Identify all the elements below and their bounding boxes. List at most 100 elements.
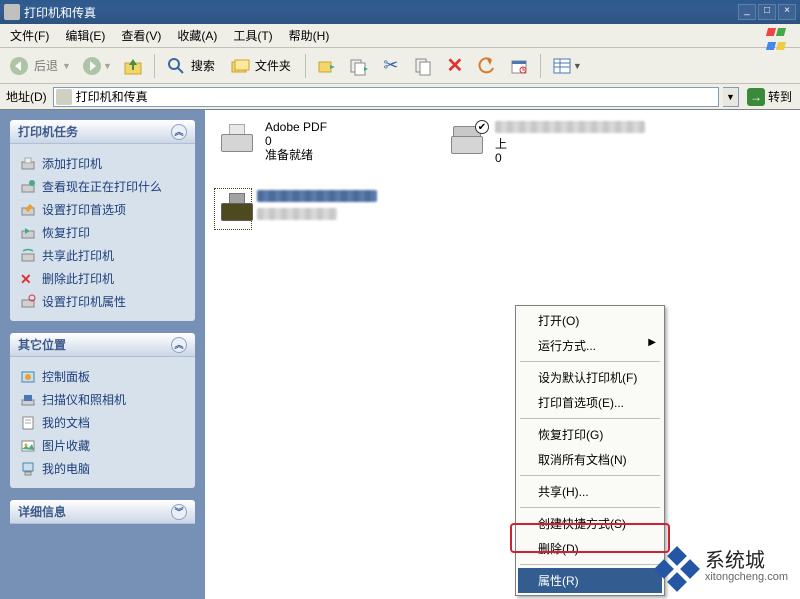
- undo-icon: [476, 55, 498, 77]
- sidebar: 打印机任务 ︽ 添加打印机 查看现在正在打印什么 设置打印首选项 恢复打印 共享…: [0, 110, 205, 599]
- chevron-down-icon: ︾: [171, 504, 187, 520]
- views-button[interactable]: ▼: [547, 52, 586, 80]
- ctx-resume[interactable]: 恢复打印(G): [518, 422, 662, 447]
- printer-item-selected[interactable]: [213, 187, 423, 231]
- ctx-create-shortcut[interactable]: 创建快捷方式(S): [518, 511, 662, 536]
- forward-button[interactable]: ▼: [77, 52, 116, 80]
- watermark-url: xitongcheng.com: [705, 569, 788, 585]
- menu-help[interactable]: 帮助(H): [281, 25, 338, 47]
- folders-button[interactable]: 文件夹: [225, 52, 299, 80]
- ctx-open[interactable]: 打开(O): [518, 308, 662, 333]
- context-menu: 打开(O) 运行方式...▶ 设为默认打印机(F) 打印首选项(E)... 恢复…: [515, 305, 665, 596]
- printer-item-default-fax[interactable]: ✔ 上 0: [443, 118, 653, 167]
- menu-favorites[interactable]: 收藏(A): [169, 25, 225, 47]
- context-separator: [520, 475, 660, 476]
- properties-button[interactable]: [504, 52, 534, 80]
- chevron-up-icon: ︽: [171, 124, 187, 140]
- copy-button[interactable]: [408, 52, 438, 80]
- printer-name: Adobe PDF: [265, 120, 327, 134]
- separator: [540, 54, 541, 78]
- context-separator: [520, 418, 660, 419]
- ctx-preferences[interactable]: 打印首选项(E)...: [518, 390, 662, 415]
- sidebar-item-control-panel[interactable]: 控制面板: [18, 365, 187, 388]
- default-check-icon: ✔: [475, 120, 489, 134]
- panel-details: 详细信息 ︾: [10, 500, 195, 524]
- printer-name-blurred: [495, 121, 645, 133]
- folder-up-icon: [122, 55, 144, 77]
- sidebar-item-properties[interactable]: 设置打印机属性: [18, 290, 187, 313]
- panel-header[interactable]: 其它位置 ︽: [10, 333, 195, 357]
- up-button[interactable]: [118, 52, 148, 80]
- printer-add-icon: [20, 156, 36, 172]
- go-button[interactable]: → 转到: [743, 88, 796, 106]
- panel-printer-tasks: 打印机任务 ︽ 添加打印机 查看现在正在打印什么 设置打印首选项 恢复打印 共享…: [10, 120, 195, 321]
- sidebar-item-share[interactable]: 共享此打印机: [18, 244, 187, 267]
- chevron-down-icon: ▼: [103, 61, 112, 71]
- sidebar-item-my-computer[interactable]: 我的电脑: [18, 457, 187, 480]
- delete-button[interactable]: ✕: [440, 52, 470, 80]
- maximize-button[interactable]: □: [758, 4, 776, 20]
- context-separator: [520, 564, 660, 565]
- panel-body: 控制面板 扫描仪和照相机 我的文档 图片收藏 我的电脑: [10, 357, 195, 488]
- menu-tools[interactable]: 工具(T): [225, 25, 280, 47]
- move-to-icon: [316, 55, 338, 77]
- computer-icon: [20, 461, 36, 477]
- scanner-icon: [20, 392, 36, 408]
- printer-folder-icon: [56, 89, 72, 105]
- sidebar-item-add-printer[interactable]: 添加打印机: [18, 152, 187, 175]
- panel-header[interactable]: 详细信息 ︾: [10, 500, 195, 524]
- sidebar-item-view-queue[interactable]: 查看现在正在打印什么: [18, 175, 187, 198]
- address-input[interactable]: 打印机和传真: [53, 87, 719, 107]
- sidebar-item-resume[interactable]: 恢复打印: [18, 221, 187, 244]
- printer-grid: Adobe PDF 0 准备就绪 ✔ 上 0: [213, 118, 792, 231]
- scissors-icon: ✂: [380, 55, 402, 77]
- menu-bar: 文件(F) 编辑(E) 查看(V) 收藏(A) 工具(T) 帮助(H): [0, 24, 800, 48]
- move-to-button[interactable]: [312, 52, 342, 80]
- sidebar-item-delete[interactable]: ✕删除此打印机: [18, 267, 187, 290]
- sidebar-item-preferences[interactable]: 设置打印首选项: [18, 198, 187, 221]
- copy-icon: [412, 55, 434, 77]
- printer-status: 准备就绪: [265, 148, 327, 162]
- app-icon: [4, 4, 20, 20]
- ctx-delete[interactable]: 删除(D): [518, 536, 662, 561]
- sidebar-item-my-documents[interactable]: 我的文档: [18, 411, 187, 434]
- sidebar-item-scanner[interactable]: 扫描仪和照相机: [18, 388, 187, 411]
- back-button[interactable]: 后退 ▼: [4, 52, 75, 80]
- printer-item-adobe-pdf[interactable]: Adobe PDF 0 准备就绪: [213, 118, 423, 167]
- panel-body: 添加打印机 查看现在正在打印什么 设置打印首选项 恢复打印 共享此打印机 ✕删除…: [10, 144, 195, 321]
- menu-edit[interactable]: 编辑(E): [57, 25, 113, 47]
- printer-location: 上: [495, 137, 645, 151]
- ctx-properties[interactable]: 属性(R): [518, 568, 662, 593]
- printer-delete-icon: ✕: [20, 271, 36, 287]
- ctx-share[interactable]: 共享(H)...: [518, 479, 662, 504]
- address-value: 打印机和传真: [76, 88, 148, 105]
- ctx-run-as[interactable]: 运行方式...▶: [518, 333, 662, 358]
- printer-detail-blurred: [257, 208, 337, 220]
- address-dropdown-button[interactable]: ▼: [723, 87, 739, 107]
- panel-header[interactable]: 打印机任务 ︽: [10, 120, 195, 144]
- menu-view[interactable]: 查看(V): [113, 25, 169, 47]
- menu-file[interactable]: 文件(F): [2, 25, 57, 47]
- sidebar-item-pictures[interactable]: 图片收藏: [18, 434, 187, 457]
- undo-button[interactable]: [472, 52, 502, 80]
- ctx-cancel-all[interactable]: 取消所有文档(N): [518, 447, 662, 472]
- copy-to-button[interactable]: [344, 52, 374, 80]
- search-button[interactable]: 搜索: [161, 52, 223, 80]
- close-button[interactable]: ×: [778, 4, 796, 20]
- cut-button[interactable]: ✂: [376, 52, 406, 80]
- back-icon: [8, 55, 30, 77]
- chevron-up-icon: ︽: [171, 337, 187, 353]
- minimize-button[interactable]: _: [738, 4, 756, 20]
- address-label: 地址(D): [4, 88, 49, 105]
- copy-to-icon: [348, 55, 370, 77]
- chevron-down-icon: ▼: [573, 61, 582, 71]
- printer-icon: [215, 189, 251, 229]
- control-panel-icon: [20, 369, 36, 385]
- xp-logo-icon: [766, 26, 796, 46]
- separator: [154, 54, 155, 78]
- content-pane[interactable]: Adobe PDF 0 准备就绪 ✔ 上 0: [205, 110, 800, 599]
- ctx-set-default[interactable]: 设为默认打印机(F): [518, 365, 662, 390]
- submenu-arrow-icon: ▶: [648, 337, 656, 348]
- forward-icon: [81, 55, 103, 77]
- printer-queue-count: 0: [495, 151, 645, 165]
